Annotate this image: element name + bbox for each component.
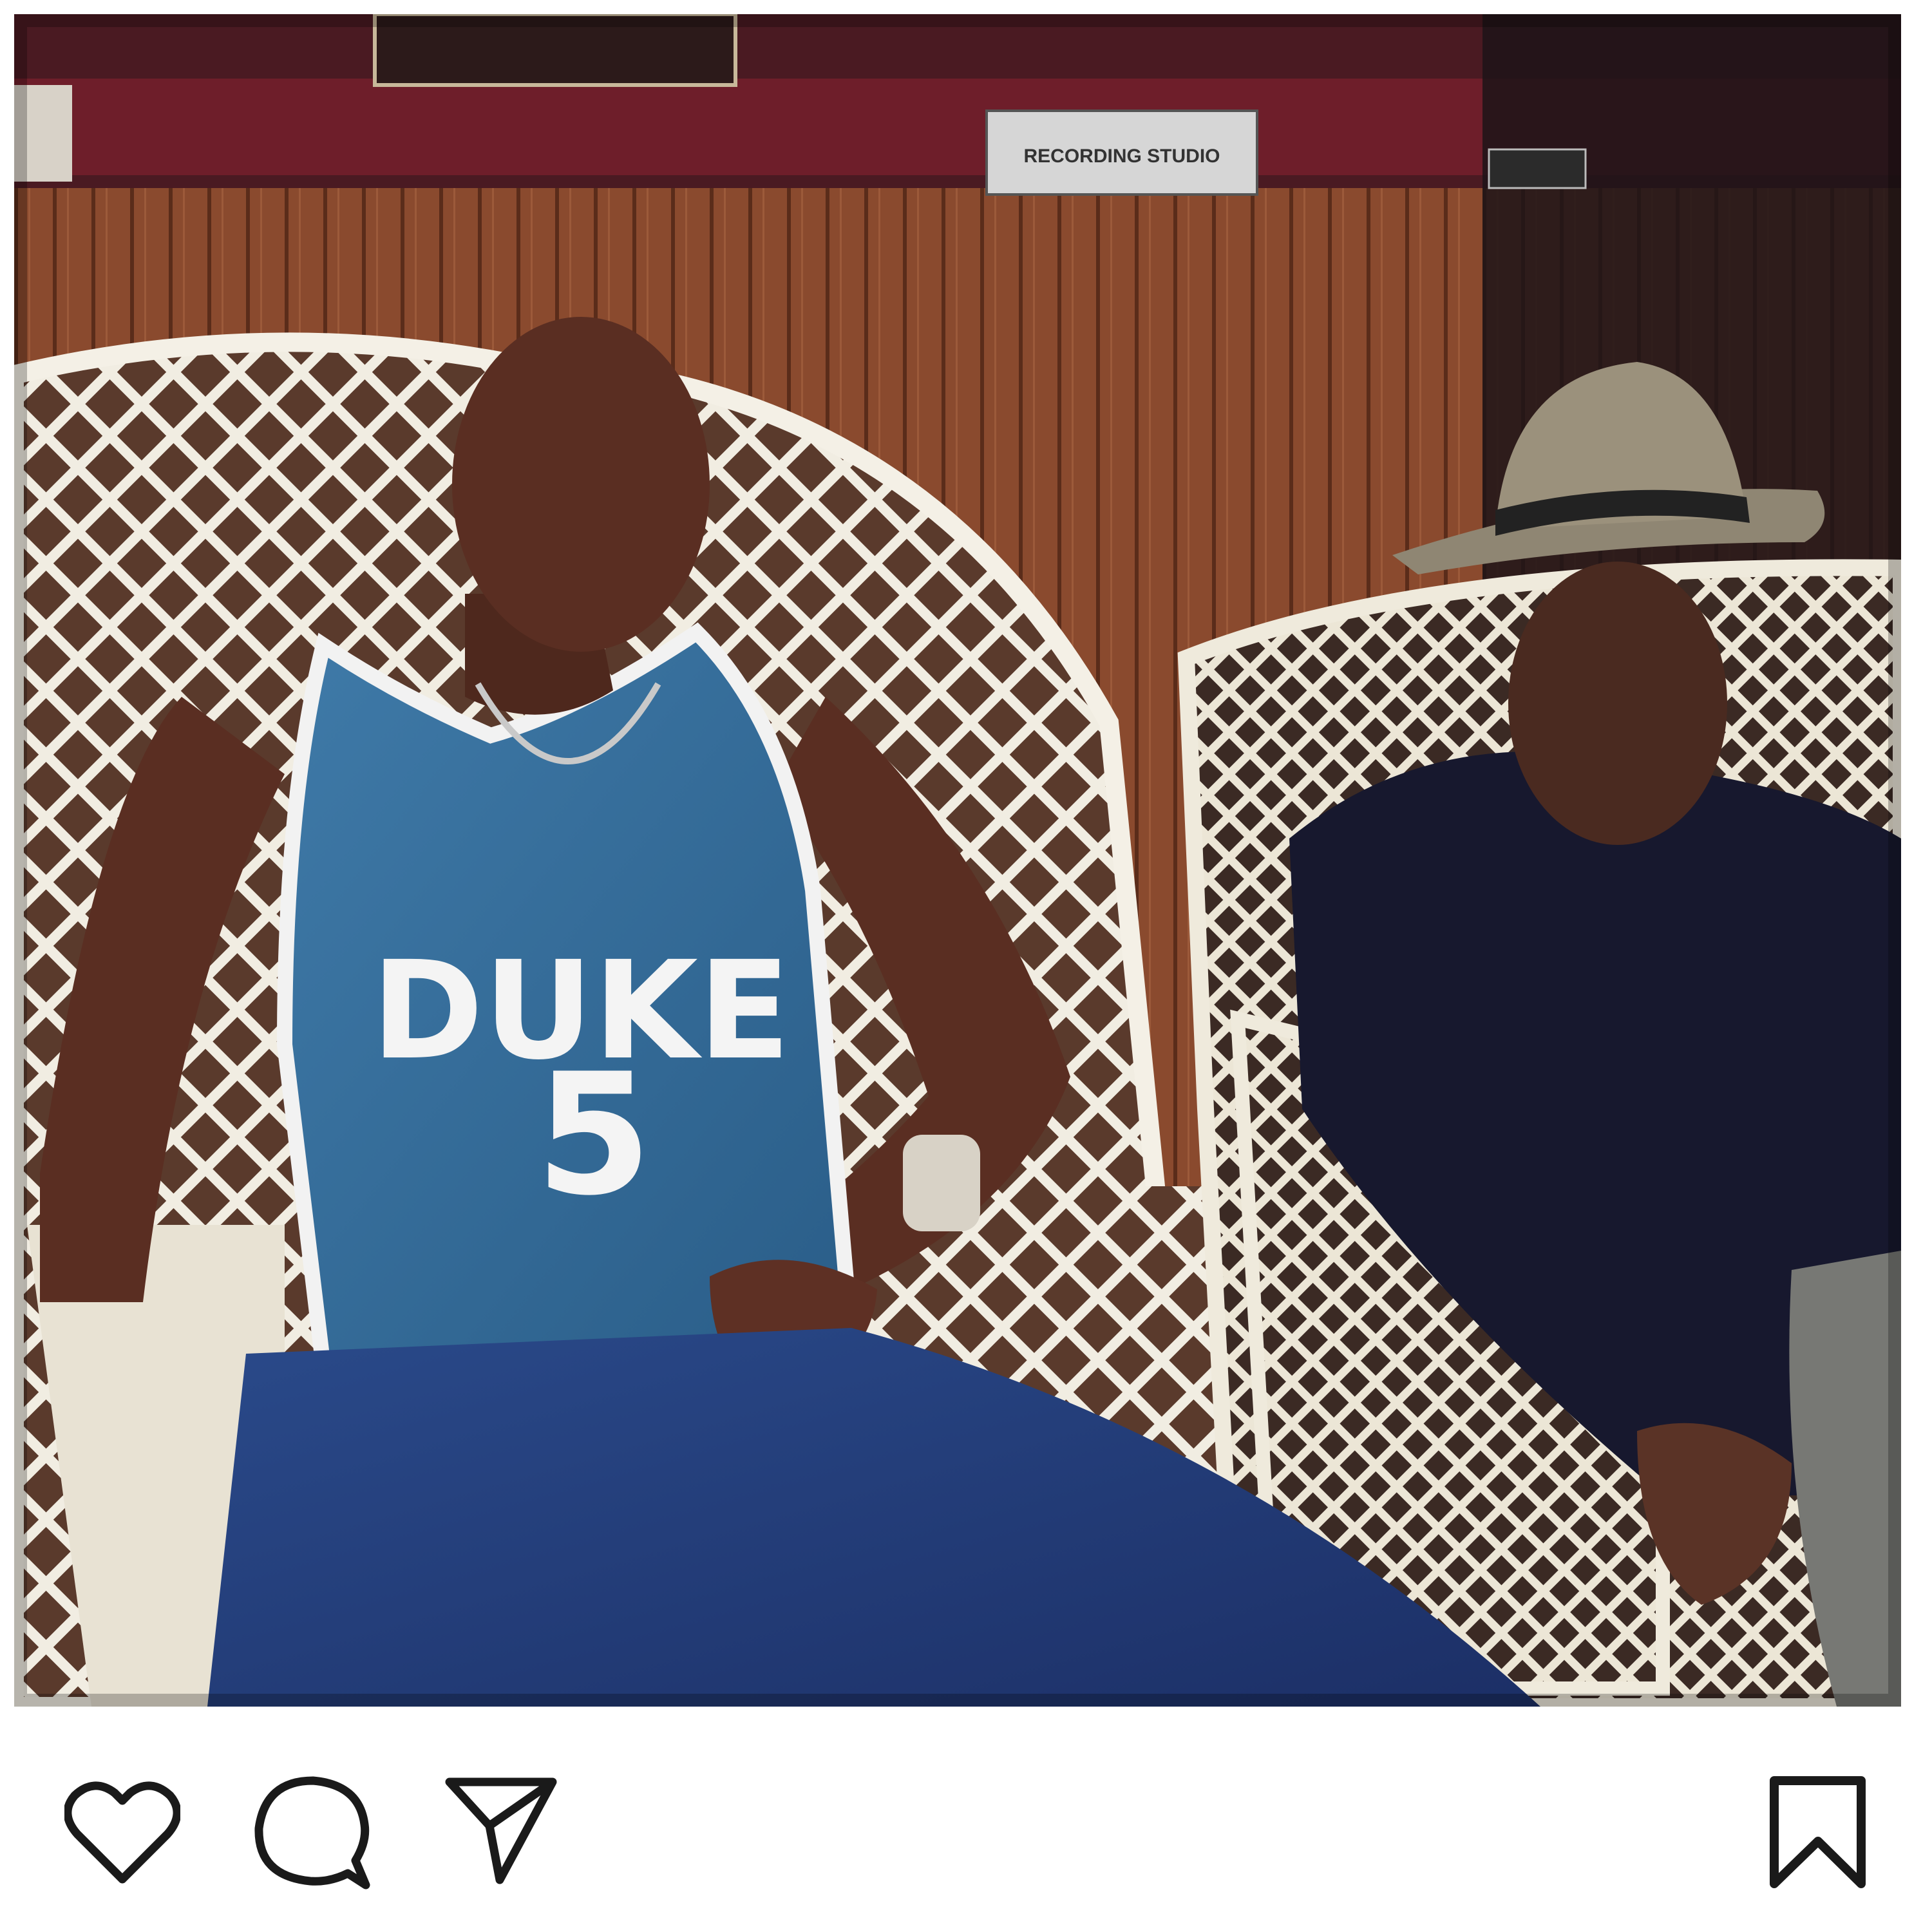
wall-plaque [1488,148,1587,189]
save-button[interactable] [1768,1774,1868,1890]
jersey-number: 5 [536,1038,652,1233]
post-photo[interactable]: RECORDING STUDIO DUKE 5 [14,14,1901,1707]
heart-icon [64,1781,180,1884]
share-button[interactable] [444,1774,557,1887]
comment-button[interactable] [251,1774,370,1890]
paper-plane-icon [445,1777,557,1884]
like-button[interactable] [64,1777,180,1887]
person-left-watch [903,1135,980,1231]
person-left-head [452,317,710,652]
person-right-head [1508,562,1727,845]
comment-icon [254,1776,370,1889]
bookmark-icon [1770,1776,1866,1888]
wall-sign-text: RECORDING STUDIO [1023,146,1220,167]
